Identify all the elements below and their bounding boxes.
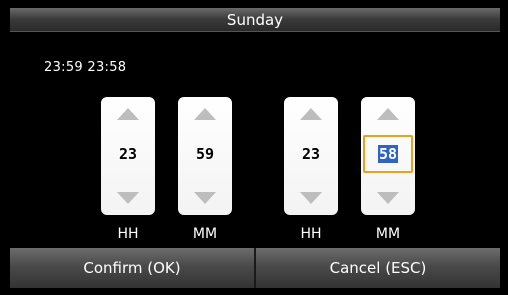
end-minute-label: MM [375, 226, 401, 242]
start-minute-value[interactable]: 59 [178, 135, 232, 173]
start-hour-spinner: 23 [101, 97, 155, 215]
window-title: Sunday [10, 8, 500, 32]
triangle-up-icon [377, 108, 399, 120]
confirm-button[interactable]: Confirm (OK) [10, 248, 254, 288]
increment-button[interactable] [101, 97, 155, 131]
increment-button[interactable] [361, 97, 415, 131]
cancel-button[interactable]: Cancel (ESC) [254, 248, 500, 288]
triangle-down-icon [194, 192, 216, 204]
decrement-button[interactable] [284, 181, 338, 215]
time-range-editor: Sunday 23:59 23:58 23 HH 59 MM 23 HH 58 … [0, 0, 508, 295]
end-minute-value[interactable]: 58 [363, 135, 413, 173]
decrement-button[interactable] [101, 181, 155, 215]
increment-button[interactable] [178, 97, 232, 131]
decrement-button[interactable] [361, 181, 415, 215]
start-minute-label: MM [192, 226, 218, 242]
triangle-up-icon [194, 108, 216, 120]
triangle-up-icon [117, 108, 139, 120]
triangle-down-icon [117, 192, 139, 204]
end-hour-value[interactable]: 23 [284, 135, 338, 173]
triangle-down-icon [377, 192, 399, 204]
end-minute-spinner: 58 [361, 97, 415, 215]
footer-bar: Confirm (OK) Cancel (ESC) [10, 248, 500, 288]
triangle-up-icon [300, 108, 322, 120]
start-hour-label: HH [117, 226, 139, 242]
start-minute-spinner: 59 [178, 97, 232, 215]
start-hour-value[interactable]: 23 [101, 135, 155, 173]
end-hour-label: HH [300, 226, 322, 242]
selected-text: 58 [377, 145, 399, 163]
decrement-button[interactable] [178, 181, 232, 215]
end-hour-spinner: 23 [284, 97, 338, 215]
increment-button[interactable] [284, 97, 338, 131]
time-range-display: 23:59 23:58 [44, 60, 127, 75]
triangle-down-icon [300, 192, 322, 204]
